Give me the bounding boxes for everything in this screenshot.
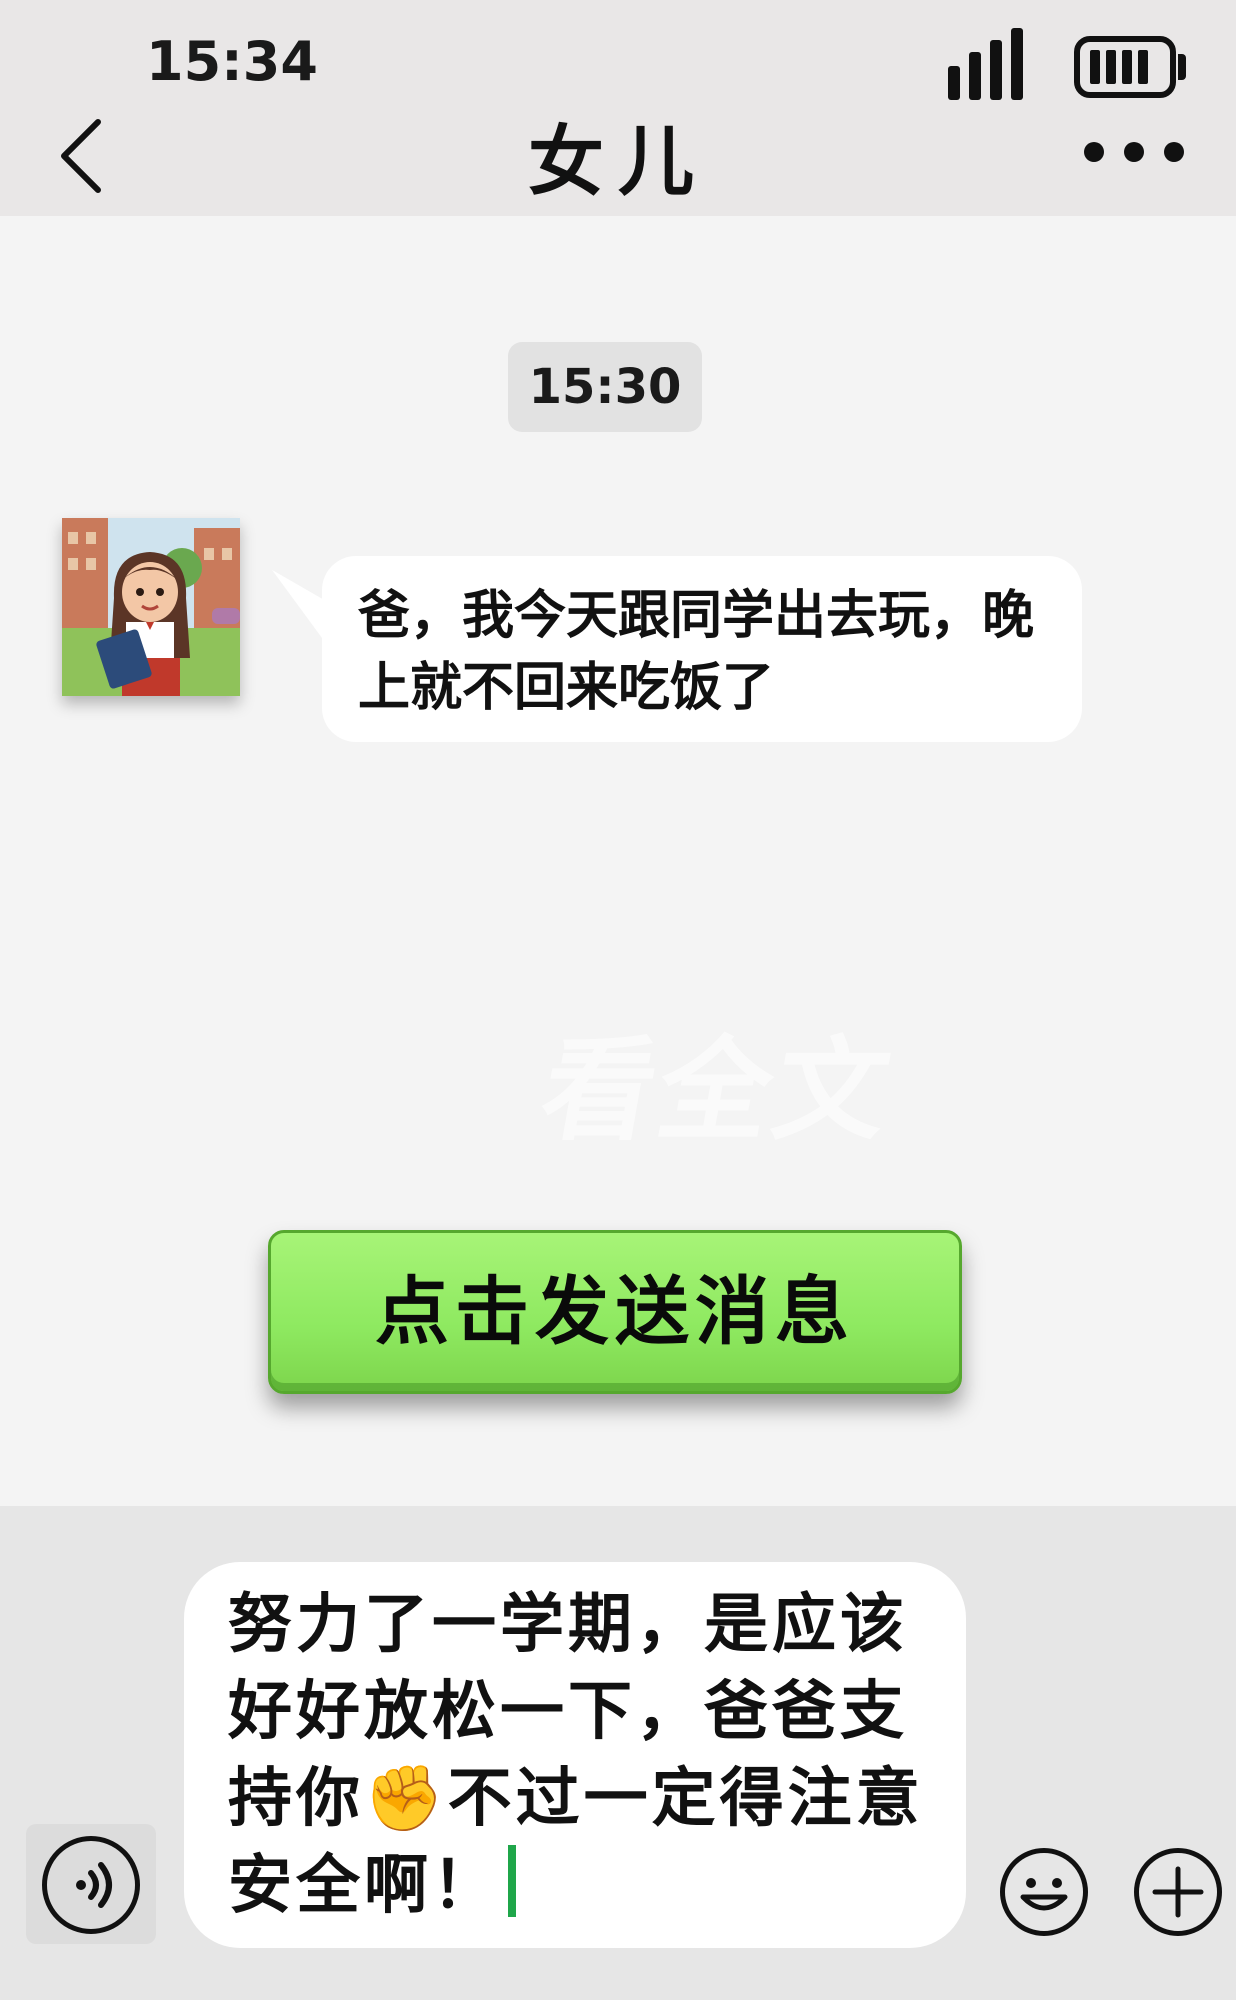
send-message-button[interactable]: 点击发送消息 [268, 1230, 962, 1394]
voice-button[interactable] [26, 1824, 156, 1944]
emoji-button[interactable] [1000, 1848, 1088, 1936]
more-button[interactable] [1080, 142, 1190, 168]
message-timestamp: 15:30 [508, 342, 702, 432]
draft-text: 努力了一学期，是应该好好放松一下，爸爸支持你✊不过一定得注意安全啊！ [228, 1588, 924, 1923]
contact-avatar[interactable] [62, 518, 240, 696]
plus-icon [1152, 1866, 1204, 1918]
chevron-left-icon [61, 119, 101, 193]
avatar-girl-cartoon [62, 518, 240, 696]
voice-icon [42, 1836, 140, 1934]
plus-button[interactable] [1134, 1848, 1222, 1936]
chat-title: 女儿 [528, 117, 708, 206]
more-dots-icon [1084, 142, 1104, 162]
status-time: 15:34 [146, 30, 318, 93]
battery-icon [1074, 36, 1186, 98]
back-button[interactable] [54, 116, 114, 196]
emoji-smile-icon [1020, 1878, 1068, 1911]
top-bar: 15:34 女儿 [0, 0, 1236, 216]
message-input[interactable]: 努力了一学期，是应该好好放松一下，爸爸支持你✊不过一定得注意安全啊！ [184, 1562, 966, 1948]
signal-bars-icon [948, 28, 1024, 100]
watermark: 看全文 [531, 1026, 903, 1156]
bubble-tail [272, 569, 328, 647]
incoming-message-bubble[interactable]: 爸，我今天跟同学出去玩，晚上就不回来吃饭了 [322, 556, 1082, 742]
text-caret [508, 1845, 516, 1917]
